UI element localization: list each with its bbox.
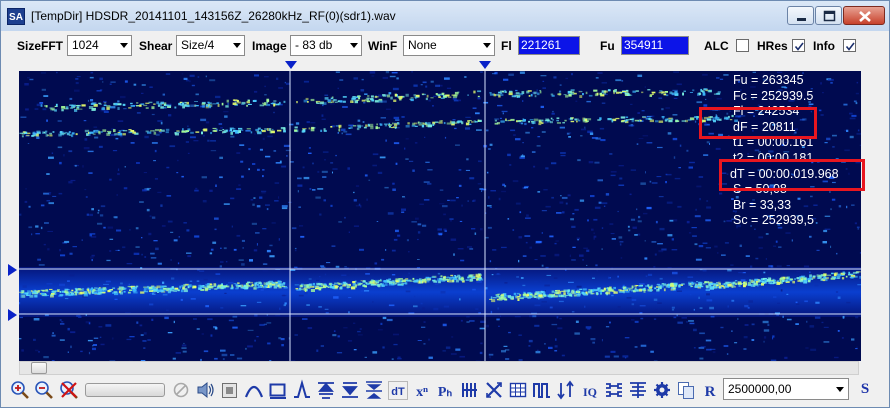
winf-value: None [408, 38, 437, 52]
dt-icon-text: dT [391, 386, 405, 398]
info-readout: Fu = 263345 Fc = 252939.5 Fl = 242534 dF… [730, 73, 839, 229]
winf-label: WinF [368, 39, 398, 53]
image-select[interactable]: - 83 db [290, 35, 362, 56]
winf-select[interactable]: None [403, 35, 495, 56]
cursor-marker-left-1[interactable] [8, 264, 18, 276]
info-line: Fu = 263345 [733, 73, 804, 87]
iq-icon-text: IQ [583, 385, 597, 399]
pulse-icon[interactable] [532, 379, 552, 401]
alc-label: ALC [704, 39, 729, 53]
zoom-reset-icon[interactable] [59, 379, 79, 401]
window-title: [TempDir] HDSDR_20141101_143156Z_26280kH… [31, 9, 396, 23]
chevron-down-icon [836, 387, 844, 392]
frequency-value: 2500000,00 [728, 382, 792, 396]
info-line: Sc = 252939,5 [733, 213, 814, 228]
stop-icon[interactable] [220, 379, 240, 401]
frequency-combo[interactable]: 2500000,00 [723, 378, 849, 400]
bottom-toolbar: dT xⁿ Pₕ IQ R 2500000,00 S [1, 375, 889, 407]
image-value: - 83 db [295, 38, 333, 52]
cursor-marker-left-2[interactable] [8, 309, 18, 321]
shear-select[interactable]: Size/4 [176, 35, 245, 56]
move-up-icon[interactable] [316, 379, 336, 401]
info-line: Fc = 252939.5 [733, 88, 814, 103]
chevron-down-icon [120, 43, 128, 48]
r-icon-text: R [705, 384, 716, 400]
dt-highlight-box [719, 159, 865, 191]
minimize-button[interactable] [787, 6, 814, 25]
sizefft-label: SizeFFT [17, 39, 64, 53]
bracket-icon[interactable] [604, 379, 624, 401]
chevron-down-icon [350, 43, 358, 48]
curve-icon[interactable] [244, 379, 264, 401]
fu-label: Fu [600, 39, 615, 53]
zoom-out-icon[interactable] [34, 379, 54, 401]
info-label: Info [813, 39, 835, 53]
cursor-marker-top-1[interactable] [285, 61, 297, 70]
speaker-icon[interactable] [196, 379, 216, 401]
sizefft-select[interactable]: 1024 [67, 35, 132, 56]
power-icon[interactable]: xⁿ [412, 379, 432, 401]
shear-label: Shear [139, 39, 173, 53]
move-down-icon[interactable] [340, 379, 360, 401]
scrollbar-thumb[interactable] [31, 362, 47, 374]
rectangle-icon[interactable] [268, 379, 288, 401]
info-checkbox[interactable] [843, 39, 856, 52]
info-line: Br = 33,33 [733, 197, 792, 212]
xn-icon-text: xⁿ [416, 385, 428, 400]
ph-icon-text: Pₕ [438, 385, 453, 400]
horizontal-scrollbar[interactable] [19, 361, 859, 375]
sizefft-value: 1024 [72, 38, 99, 52]
fu-input[interactable]: 354911 [621, 36, 689, 55]
title-bar: SA [TempDir] HDSDR_20141101_143156Z_2628… [1, 1, 889, 31]
zoom-in-icon[interactable] [10, 379, 30, 401]
settings-gear-icon[interactable] [652, 379, 672, 401]
expand-icon[interactable] [364, 379, 384, 401]
peak-icon[interactable] [292, 379, 312, 401]
fl-input[interactable]: 221261 [518, 36, 580, 55]
r-icon[interactable]: R [700, 379, 720, 401]
close-button[interactable] [843, 6, 885, 25]
settings-toolbar: SizeFFT 1024 Shear Size/4 Image - 83 db … [1, 32, 889, 60]
playback-slider[interactable] [85, 383, 165, 397]
chevron-down-icon [483, 43, 491, 48]
cross-arrows-icon[interactable] [484, 379, 504, 401]
disabled-icon[interactable] [172, 379, 192, 401]
sort-icon[interactable] [556, 379, 576, 401]
hres-checkbox[interactable] [792, 39, 805, 52]
cursor-marker-top-2[interactable] [479, 61, 491, 70]
dt-icon[interactable]: dT [388, 379, 408, 401]
iq-icon[interactable]: IQ [580, 379, 600, 401]
chevron-down-icon [233, 43, 241, 48]
phase-icon[interactable]: Pₕ [436, 379, 456, 401]
app-window: SA [TempDir] HDSDR_20141101_143156Z_2628… [0, 0, 890, 408]
alc-checkbox[interactable] [736, 39, 749, 52]
image-label: Image [252, 39, 287, 53]
maximize-button[interactable] [815, 6, 842, 25]
s-button[interactable]: S [854, 378, 876, 400]
hres-label: HRes [757, 39, 788, 53]
copy-icon[interactable] [676, 379, 696, 401]
comb-icon[interactable] [460, 379, 480, 401]
shear-value: Size/4 [181, 38, 215, 52]
app-icon: SA [7, 8, 25, 25]
filter-icon[interactable] [628, 379, 648, 401]
grid-icon[interactable] [508, 379, 528, 401]
fl-label: Fl [501, 39, 512, 53]
df-highlight-box [699, 107, 817, 139]
